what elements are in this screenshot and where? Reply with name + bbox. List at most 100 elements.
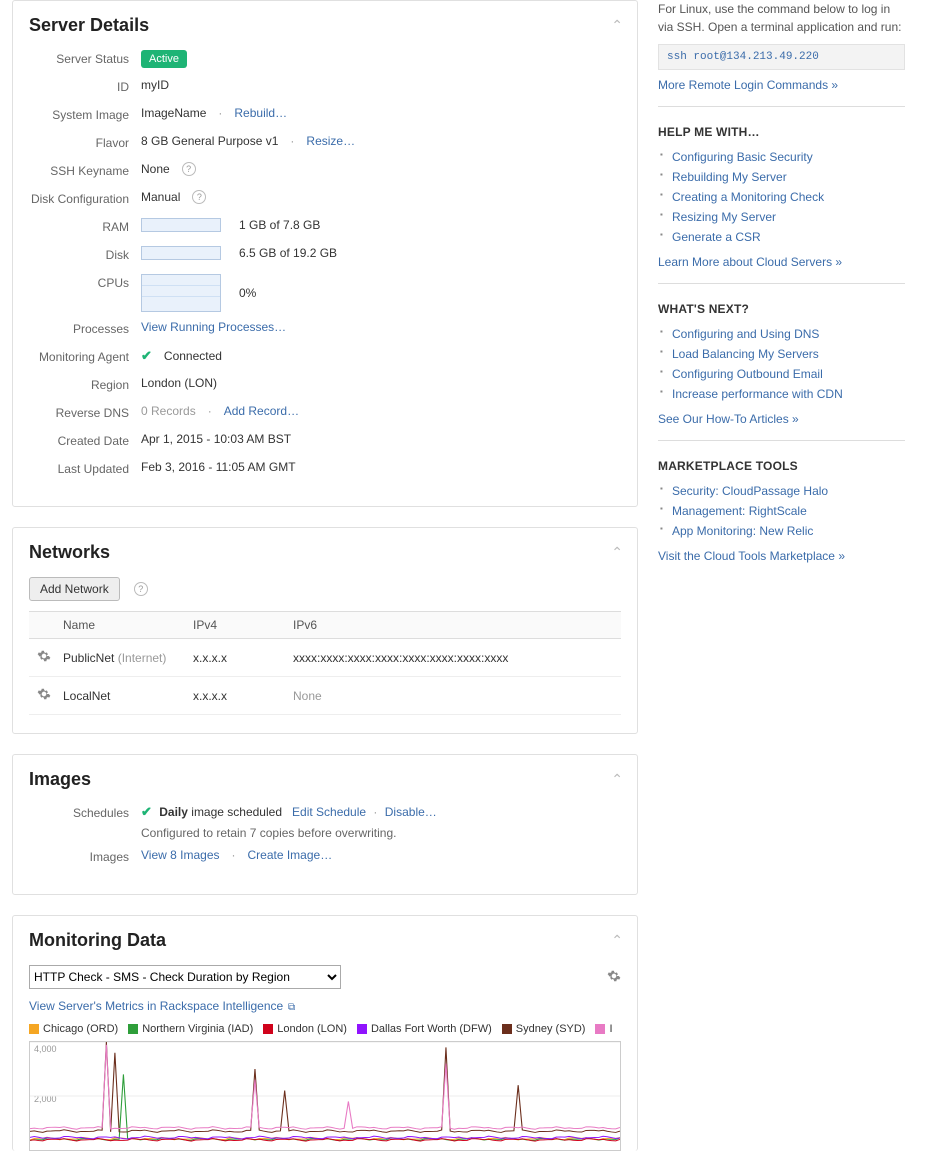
ssh-intro: For Linux, use the command below to log … [658,0,905,36]
cpus-bar [141,274,221,312]
net-ipv6: xxxx:xxxx:xxxx:xxxx:xxxx:xxxx:xxxx:xxxx [293,651,621,665]
ram-bar [141,218,221,232]
cpus-text: 0% [239,286,256,300]
agent-label: Monitoring Agent [29,348,141,364]
net-ipv4: x.x.x.x [193,689,293,703]
daily-rest: image scheduled [188,805,282,819]
processes-label: Processes [29,320,141,336]
view-processes-link[interactable]: View Running Processes… [141,320,286,334]
legend-item: Northern Virginia (IAD) [128,1023,253,1035]
collapse-icon[interactable]: ⌃ [611,771,623,788]
sidebar-link[interactable]: Load Balancing My Servers [672,347,819,361]
legend-item: London (LON) [263,1023,347,1035]
net-name: PublicNet (Internet) [63,651,193,665]
col-ipv4: IPv4 [193,618,293,632]
status-label: Server Status [29,50,141,66]
image-label: System Image [29,106,141,122]
disable-schedule-link[interactable]: Disable… [385,805,437,819]
help-icon[interactable]: ? [134,582,148,596]
sidebar-link[interactable]: App Monitoring: New Relic [672,524,813,538]
id-value: myID [141,78,621,92]
sidebar-link[interactable]: Generate a CSR [672,230,761,244]
next-title: WHAT'S NEXT? [658,302,905,316]
cpus-label: CPUs [29,274,141,290]
legend-item: Sydney (SYD) [502,1023,586,1035]
images-panel: ⌃ Images Schedules ✔ Daily image schedul… [12,754,638,895]
gear-icon[interactable] [607,969,621,983]
col-name: Name [63,618,193,632]
id-label: ID [29,78,141,94]
legend-item: Chicago (ORD) [29,1023,118,1035]
server-details-panel: ⌃ Server Details Server Status Active ID… [12,0,638,507]
chart-legend: Chicago (ORD) Northern Virginia (IAD) Lond… [29,1023,621,1035]
sidebar-link[interactable]: Resizing My Server [672,210,776,224]
sidebar-link[interactable]: Configuring and Using DNS [672,327,819,341]
add-record-link[interactable]: Add Record… [224,404,299,418]
created-value: Apr 1, 2015 - 10:03 AM BST [141,432,621,446]
rdns-label: Reverse DNS [29,404,141,420]
networks-title: Networks [29,542,621,563]
net-name: LocalNet [63,689,193,703]
collapse-icon[interactable]: ⌃ [611,932,623,949]
help-icon[interactable]: ? [182,162,196,176]
market-more-link[interactable]: Visit the Cloud Tools Marketplace » [658,549,845,563]
check-icon: ✔ [141,348,152,364]
gear-icon[interactable] [37,649,51,663]
sidebar-link[interactable]: Increase performance with CDN [672,387,843,401]
create-image-link[interactable]: Create Image… [248,848,333,862]
next-more-link[interactable]: See Our How-To Articles » [658,412,799,426]
retain-text: Configured to retain 7 copies before ove… [141,826,621,840]
flavor-label: Flavor [29,134,141,150]
net-ipv4: x.x.x.x [193,651,293,665]
disk-bar [141,246,221,260]
flavor-value: 8 GB General Purpose v1 [141,134,278,148]
sidebar-link[interactable]: Configuring Outbound Email [672,367,823,381]
updated-label: Last Updated [29,460,141,476]
ssh-value: None [141,162,170,176]
gear-icon[interactable] [37,687,51,701]
sidebar-link[interactable]: Configuring Basic Security [672,150,813,164]
check-select[interactable]: HTTP Check - SMS - Check Duration by Reg… [29,965,341,989]
help-icon[interactable]: ? [192,190,206,204]
agent-value: Connected [164,349,222,363]
sidebar-link[interactable]: Security: CloudPassage Halo [672,484,828,498]
table-row: PublicNet (Internet)x.x.x.xxxxx:xxxx:xxx… [29,639,621,677]
collapse-icon[interactable]: ⌃ [611,544,623,561]
sidebar-link[interactable]: Creating a Monitoring Check [672,190,824,204]
ssh-label: SSH Keyname [29,162,141,178]
check-icon: ✔ [141,804,152,819]
networks-panel: ⌃ Networks Add Network ? Name IPv4 IPv6 … [12,527,638,734]
metrics-link[interactable]: View Server's Metrics in Rackspace Intel… [29,999,283,1013]
disk-text: 6.5 GB of 19.2 GB [239,246,337,260]
status-badge: Active [141,50,187,68]
help-title: HELP ME WITH… [658,125,905,139]
sidebar-link[interactable]: Rebuilding My Server [672,170,787,184]
monitoring-chart: 4,000 2,000 [29,1041,621,1151]
sidebar-link[interactable]: Management: RightScale [672,504,807,518]
view-images-link[interactable]: View 8 Images [141,848,220,862]
market-title: MARKETPLACE TOOLS [658,459,905,473]
collapse-icon[interactable]: ⌃ [611,17,623,34]
updated-value: Feb 3, 2016 - 11:05 AM GMT [141,460,621,474]
help-sidebar: For Linux, use the command below to log … [638,0,925,1151]
daily-prefix: Daily [159,805,188,819]
diskcfg-value: Manual [141,190,180,204]
region-label: Region [29,376,141,392]
rdns-count: 0 Records [141,404,196,418]
external-icon: ⧉ [285,1002,295,1013]
images-label: Images [29,848,141,864]
help-more-link[interactable]: Learn More about Cloud Servers » [658,255,842,269]
resize-link[interactable]: Resize… [306,134,355,148]
disk-label: Disk [29,246,141,262]
image-value: ImageName [141,106,206,120]
edit-schedule-link[interactable]: Edit Schedule [292,805,366,819]
ram-text: 1 GB of 7.8 GB [239,218,320,232]
add-network-button[interactable]: Add Network [29,577,120,601]
col-ipv6: IPv6 [293,618,621,632]
region-value: London (LON) [141,376,621,390]
diskcfg-label: Disk Configuration [29,190,141,206]
rebuild-link[interactable]: Rebuild… [234,106,287,120]
ram-label: RAM [29,218,141,234]
networks-table-header: Name IPv4 IPv6 [29,611,621,639]
more-login-link[interactable]: More Remote Login Commands » [658,78,838,92]
